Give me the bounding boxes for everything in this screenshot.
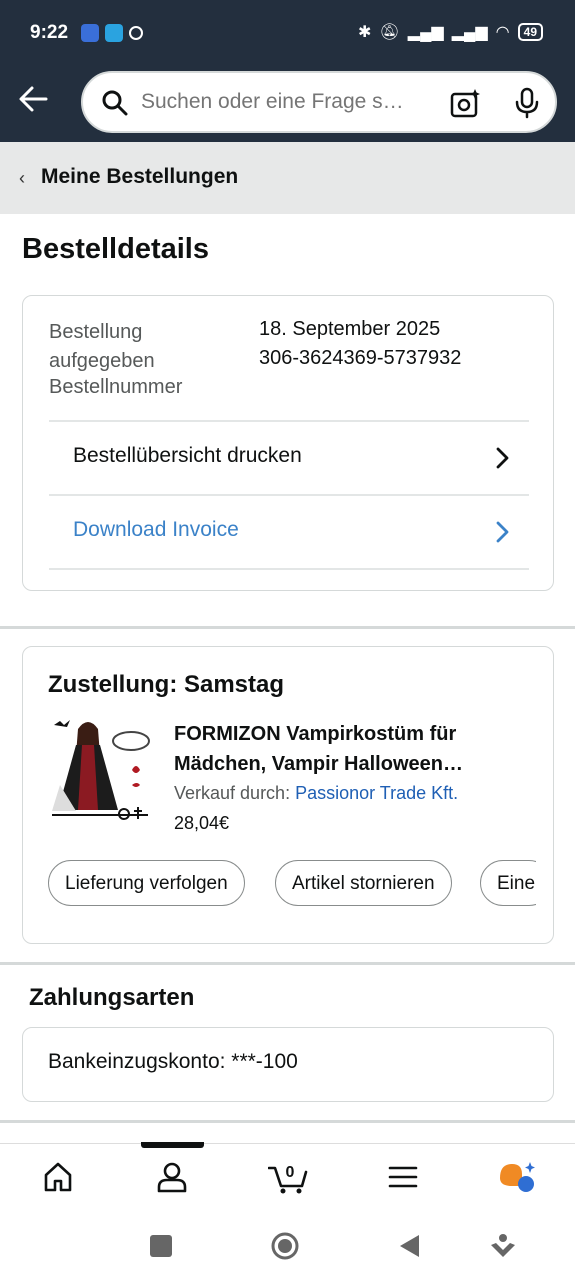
menu-icon[interactable] [386,1160,420,1194]
system-navigation-bar [0,1213,575,1280]
search-header [0,68,575,142]
page-title: Bestelldetails [22,233,209,265]
payment-card: Bankeinzugskonto: ***-100 [22,1027,554,1102]
home-icon[interactable] [41,1160,75,1194]
delivery-card: Zustellung: Samstag FORMIZON Vampirkostü… [22,646,554,944]
bluetooth-icon: ✱ [358,24,372,41]
search-input[interactable] [141,87,431,117]
order-date-value: 18. September 2025 [259,318,441,340]
status-bar: 9:22 ✱ 🔕︎ ▂▄▆ ▂▄▆ ◠ 49 [0,0,575,68]
home-circle-icon[interactable] [270,1231,300,1261]
section-divider [0,962,575,965]
vpn-app-icon [81,24,99,42]
active-tab-indicator [141,1142,204,1148]
more-action-button[interactable]: Eine [480,860,536,906]
rufus-assistant-icon[interactable] [498,1160,538,1194]
seller-link[interactable]: Passionor Trade Kft. [295,783,458,803]
wifi-icon: ◠ [495,24,510,41]
section-divider [0,1120,575,1123]
status-app-icons [81,24,143,42]
order-info-card: Bestellung aufgegeben Bestellnummer 18. … [22,295,554,591]
download-invoice-label: Download Invoice [73,518,239,541]
microphone-icon[interactable] [513,87,541,119]
cart-count: 0 [286,1164,295,1181]
chevron-right-icon [496,521,509,543]
camera-lens-icon[interactable] [449,87,481,119]
telegram-app-icon [105,24,123,42]
back-triangle-icon[interactable] [395,1231,425,1261]
section-divider [0,626,575,629]
search-icon [102,90,128,116]
order-placed-label: Bestellung aufgegeben [49,321,155,372]
print-summary-row[interactable]: Bestellübersicht drucken [49,420,529,494]
row-divider [49,568,529,570]
track-delivery-button[interactable]: Lieferung verfolgen [48,860,245,906]
cart-icon[interactable]: 0 [268,1160,308,1194]
recents-square-icon[interactable] [146,1231,176,1261]
mute-bell-icon: 🔕︎ [379,24,400,41]
back-arrow-icon[interactable] [16,82,50,116]
product-price: 28,04€ [174,813,230,833]
circle-app-icon [129,26,143,40]
product-title[interactable]: FORMIZON Vampirkostüm für Mädchen, Vampi… [174,719,524,779]
chevron-right-icon [496,447,509,469]
signal-icon: ▂▄▆ [407,24,444,41]
order-number-value: 306-3624369-5737932 [259,347,462,369]
status-indicators: ✱ 🔕︎ ▂▄▆ ▂▄▆ ◠ 49 [358,22,543,42]
payment-title: Zahlungsarten [29,984,195,1011]
breadcrumb-label: Meine Bestellungen [41,165,239,188]
search-box[interactable] [81,71,557,133]
product-image[interactable] [48,715,154,823]
order-number-label: Bestellnummer [49,376,183,398]
delivery-title: Zustellung: Samstag [48,671,285,698]
status-time: 9:22 [30,22,69,43]
signal-icon-2: ▂▄▆ [451,24,488,41]
breadcrumb[interactable]: ‹ Meine Bestellungen [0,142,575,214]
account-icon[interactable] [155,1160,189,1194]
download-invoice-row[interactable]: Download Invoice [49,494,529,568]
chevron-left-icon: ‹ [19,168,25,188]
sold-by: Verkauf durch: Passionor Trade Kft. [174,783,458,804]
sold-by-label: Verkauf durch: [174,783,296,803]
battery-icon: 49 [517,23,543,41]
bottom-nav: 0 [0,1142,575,1213]
assistant-gesture-icon[interactable] [488,1231,518,1261]
action-buttons-row: Lieferung verfolgen Artikel stornieren E… [48,860,536,908]
payment-method: Bankeinzugskonto: ***-100 [48,1050,298,1073]
cancel-item-button[interactable]: Artikel stornieren [275,860,452,906]
print-summary-label: Bestellübersicht drucken [73,444,302,467]
